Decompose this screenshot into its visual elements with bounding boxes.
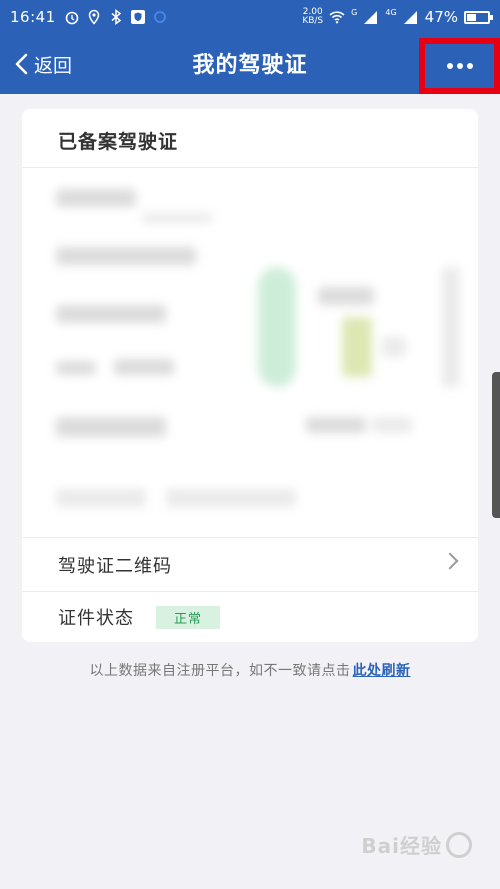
nav-bar: 返回 我的驾驶证 <box>0 34 500 94</box>
battery-fill <box>467 13 477 21</box>
status-badge: 正常 <box>156 605 221 629</box>
paw-icon <box>446 831 472 858</box>
sync-icon <box>153 11 166 23</box>
status-right-icons: 2.00 KB/S G 4G 47% <box>302 7 493 26</box>
net-speed: 2.00 KB/S <box>302 8 323 26</box>
blurred-license-details <box>22 167 478 537</box>
battery-icon <box>464 10 493 24</box>
wifi-icon <box>329 11 345 24</box>
signal-1-label: G <box>351 7 358 17</box>
net-speed-unit: KB/S <box>302 16 324 26</box>
signal-icon <box>364 11 378 24</box>
watermark: Bai经验 <box>361 830 472 859</box>
license-card: 已备案驾驶证 驾驶证二维码 证件状态 正常 <box>22 109 478 642</box>
battery-percent: 47% <box>424 8 458 26</box>
qr-code-label: 驾驶证二维码 <box>58 556 172 577</box>
alarm-icon <box>65 11 79 25</box>
status-time: 16:41 <box>10 8 56 26</box>
location-icon <box>88 9 99 25</box>
status-bar: 16:41 2.00 KB/S G 4G 47% <box>0 0 500 34</box>
shield-icon <box>130 10 145 24</box>
note-text: 以上数据来自注册平台，如不一致请点击 <box>89 663 351 679</box>
divider <box>22 537 478 538</box>
refresh-link[interactable]: 此处刷新 <box>353 663 411 679</box>
bluetooth-icon <box>111 9 121 25</box>
app-header: 16:41 2.00 KB/S G 4G 47% 返回 我的驾驶证 <box>0 0 500 94</box>
watermark-text: Bai经验 <box>361 834 442 858</box>
more-dots-icon <box>446 63 473 69</box>
signal-icon <box>403 11 417 24</box>
signal-2-label: 4G <box>385 7 397 17</box>
edge-handle[interactable] <box>492 372 500 518</box>
data-source-note: 以上数据来自注册平台，如不一致请点击 此处刷新 <box>0 660 500 680</box>
status-left-icons <box>64 9 168 25</box>
more-button[interactable] <box>419 38 500 94</box>
qr-code-row[interactable]: 驾驶证二维码 <box>22 539 478 591</box>
chevron-right-icon <box>441 552 459 570</box>
status-row: 证件状态 正常 <box>22 591 478 642</box>
status-label: 证件状态 <box>58 608 134 629</box>
card-title: 已备案驾驶证 <box>58 131 179 153</box>
